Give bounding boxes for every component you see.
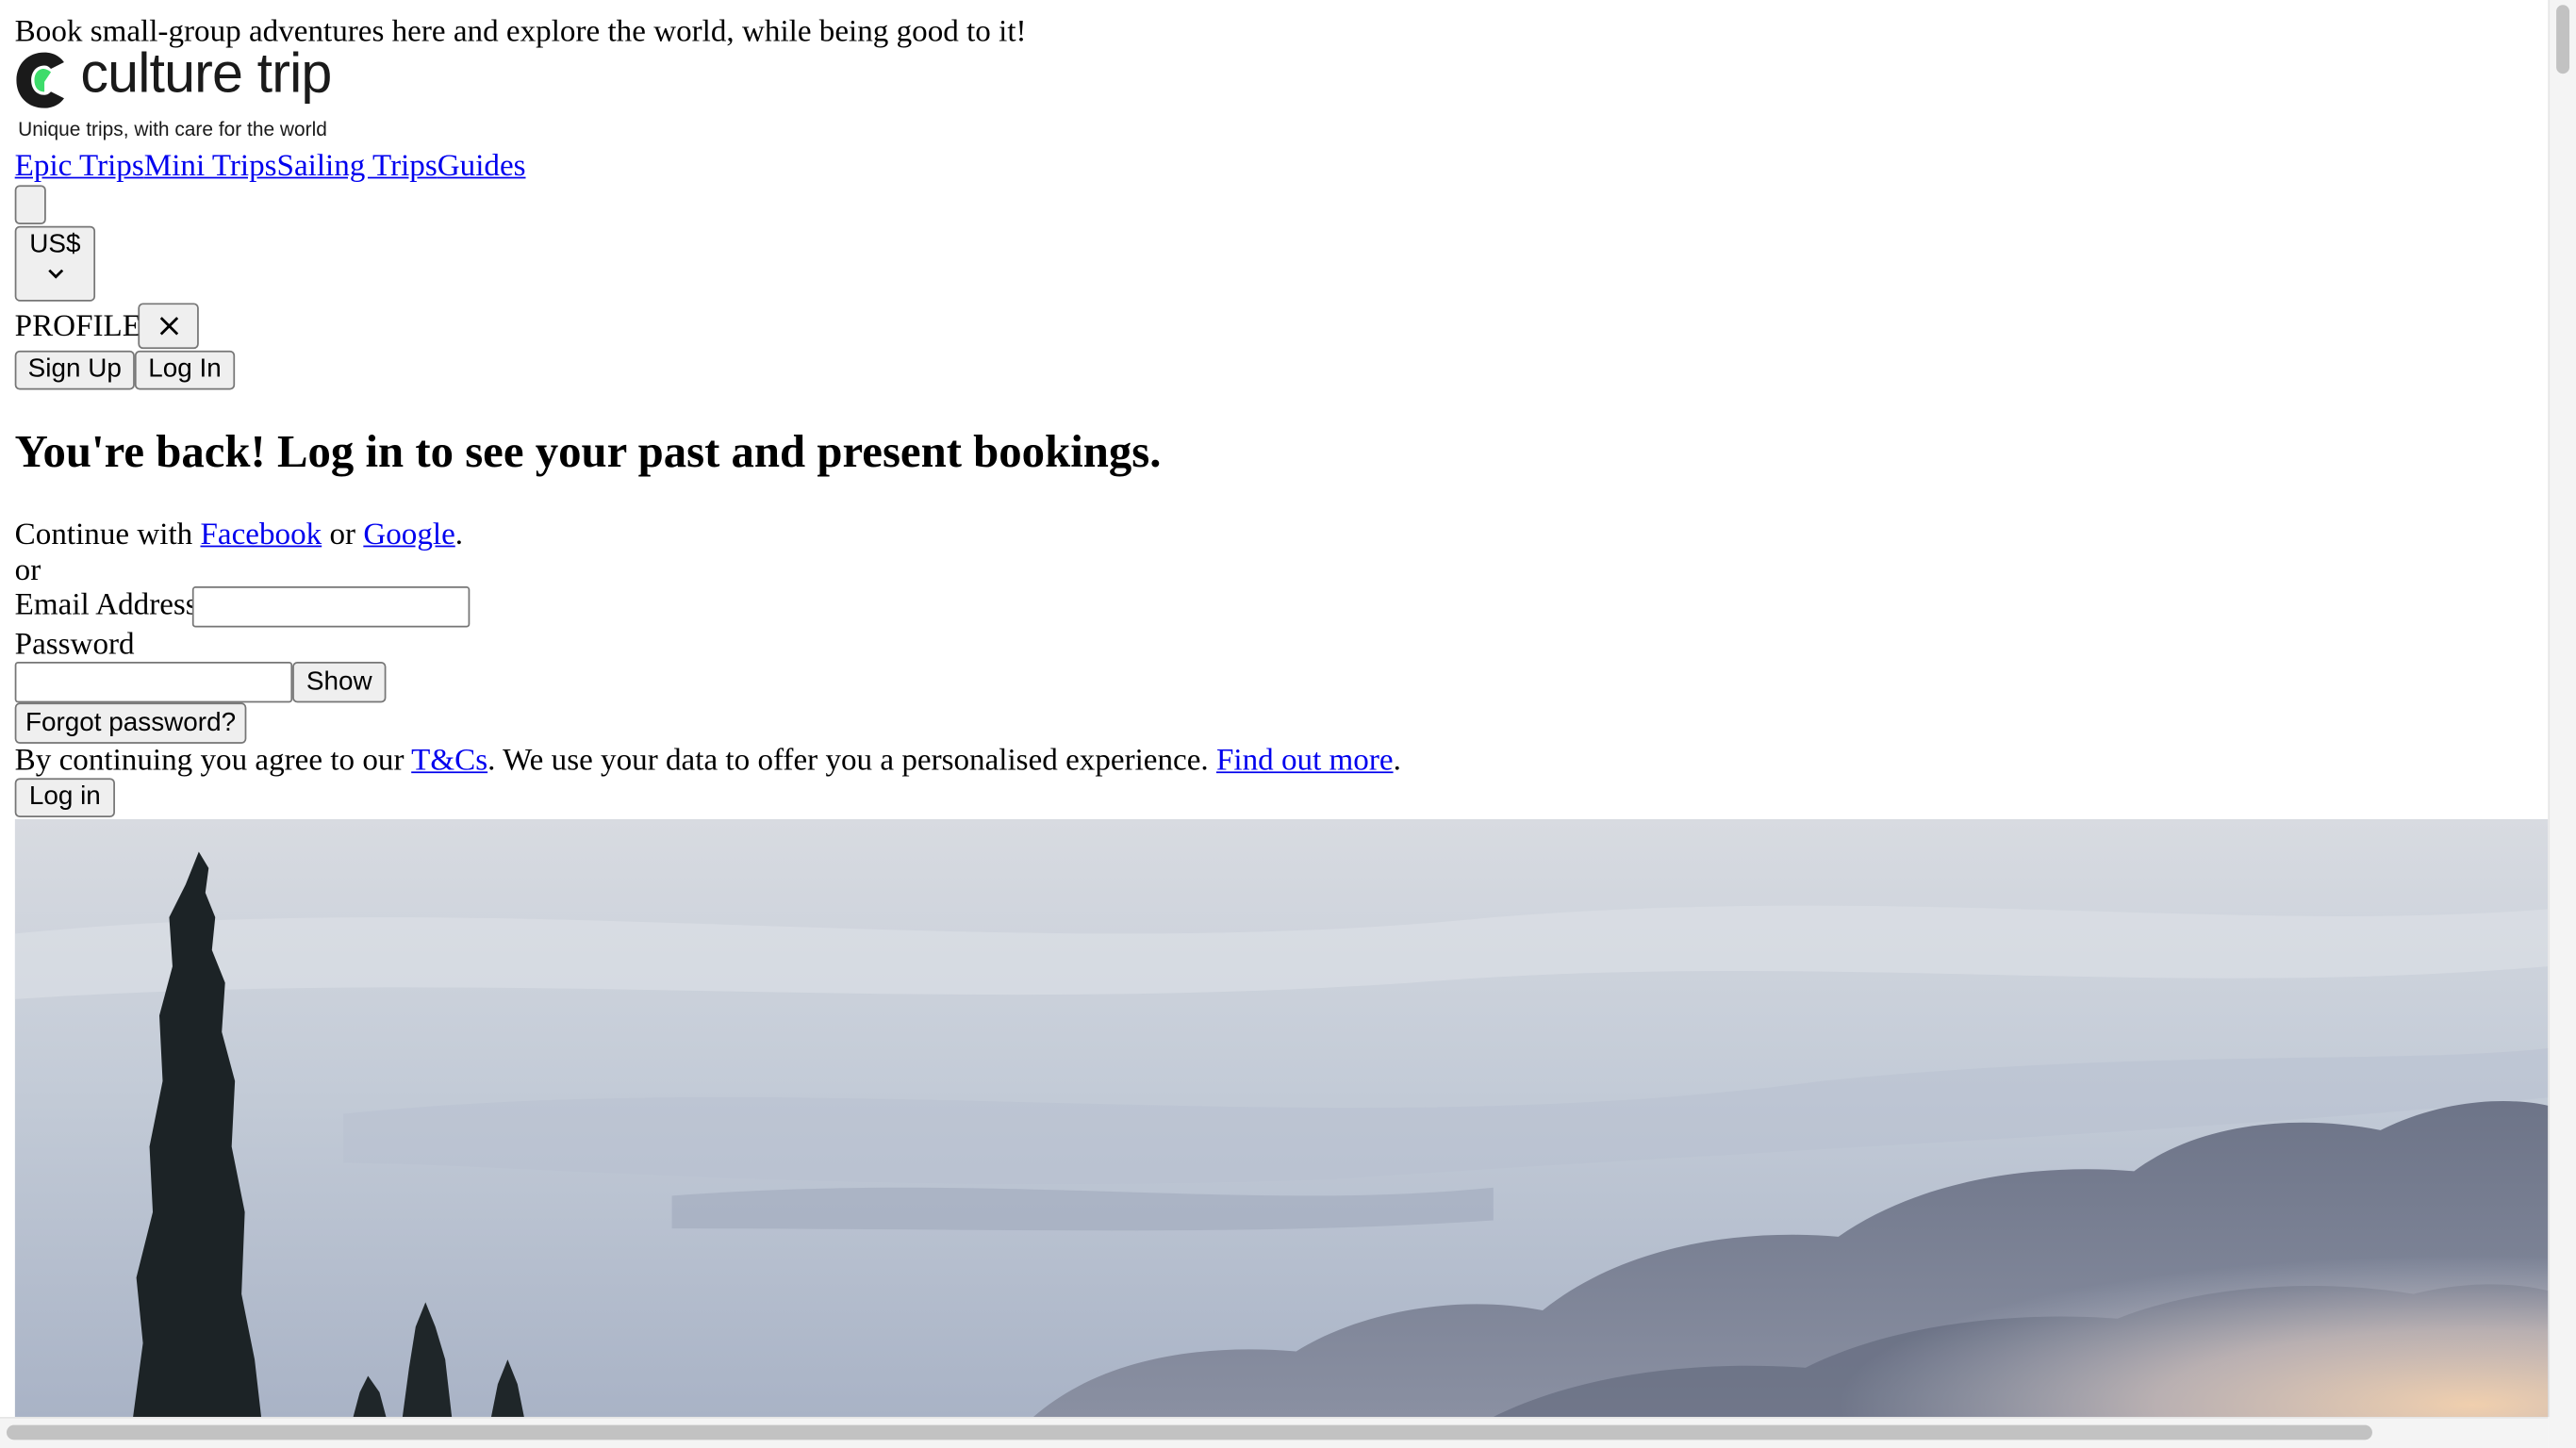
log-in-tab[interactable]: Log In — [134, 350, 236, 390]
terms-notice: By continuing you agree to our T&Cs. We … — [15, 744, 1401, 780]
chevron-down-icon — [47, 269, 63, 279]
menu-button[interactable] — [14, 185, 46, 225]
horizontal-scrollbar[interactable] — [0, 1416, 2549, 1448]
currency-selector[interactable]: US$ — [14, 225, 96, 302]
nav-mini-trips[interactable]: Mini Trips — [144, 149, 277, 183]
currency-label: US$ — [29, 230, 81, 259]
culture-trip-logo[interactable]: culture trip Unique trips, with care for… — [15, 42, 376, 144]
terms-middle: . We use your data to offer you a person… — [487, 743, 1216, 779]
log-in-submit-button[interactable]: Log in — [14, 778, 115, 818]
culture-trip-logo-icon — [16, 52, 64, 108]
profile-heading: PROFILE — [14, 309, 141, 344]
password-field[interactable] — [14, 661, 293, 703]
google-login-link[interactable]: Google — [363, 518, 454, 551]
hero-landscape-image — [14, 818, 2549, 1417]
nav-sailing-trips[interactable]: Sailing Trips — [277, 149, 438, 183]
password-label: Password — [14, 627, 135, 662]
terms-suffix: . — [1393, 743, 1401, 779]
page: Book small-group adventures here and exp… — [0, 0, 2576, 1448]
terms-link[interactable]: T&Cs — [411, 744, 487, 778]
forgot-password-button[interactable]: Forgot password? — [14, 702, 247, 744]
login-heading: You're back! Log in to see your past and… — [14, 427, 1162, 479]
email-field[interactable] — [191, 586, 471, 628]
horizontal-scrollbar-thumb[interactable] — [6, 1424, 2372, 1440]
logo-tagline: Unique trips, with care for the world — [18, 118, 327, 141]
vertical-scrollbar[interactable] — [2548, 0, 2576, 1417]
continue-text: Continue with — [14, 518, 201, 552]
social-login-line: Continue with Facebook or Google. — [15, 518, 463, 553]
nav-guides[interactable]: Guides — [438, 149, 526, 183]
email-label: Email Address — [14, 587, 198, 623]
hero-image — [14, 818, 2549, 1417]
nav-epic-trips[interactable]: Epic Trips — [15, 149, 144, 183]
scrollbar-corner — [2548, 1416, 2576, 1448]
show-password-button[interactable]: Show — [292, 661, 387, 703]
logo-wordmark: culture trip — [80, 42, 332, 106]
sign-up-tab[interactable]: Sign Up — [14, 350, 135, 390]
or-separator: or — [14, 553, 41, 588]
page-content: Book small-group adventures here and exp… — [0, 0, 2576, 1448]
facebook-login-link[interactable]: Facebook — [200, 518, 322, 551]
close-icon — [158, 317, 178, 336]
terms-prefix: By continuing you agree to our — [14, 743, 412, 779]
find-out-more-link[interactable]: Find out more — [1216, 744, 1394, 778]
period-text: . — [454, 518, 464, 552]
main-nav: Epic TripsMini TripsSailing TripsGuides — [15, 149, 526, 185]
or-text: or — [322, 518, 364, 552]
close-profile-button[interactable] — [138, 303, 199, 350]
vertical-scrollbar-thumb[interactable] — [2556, 5, 2570, 74]
